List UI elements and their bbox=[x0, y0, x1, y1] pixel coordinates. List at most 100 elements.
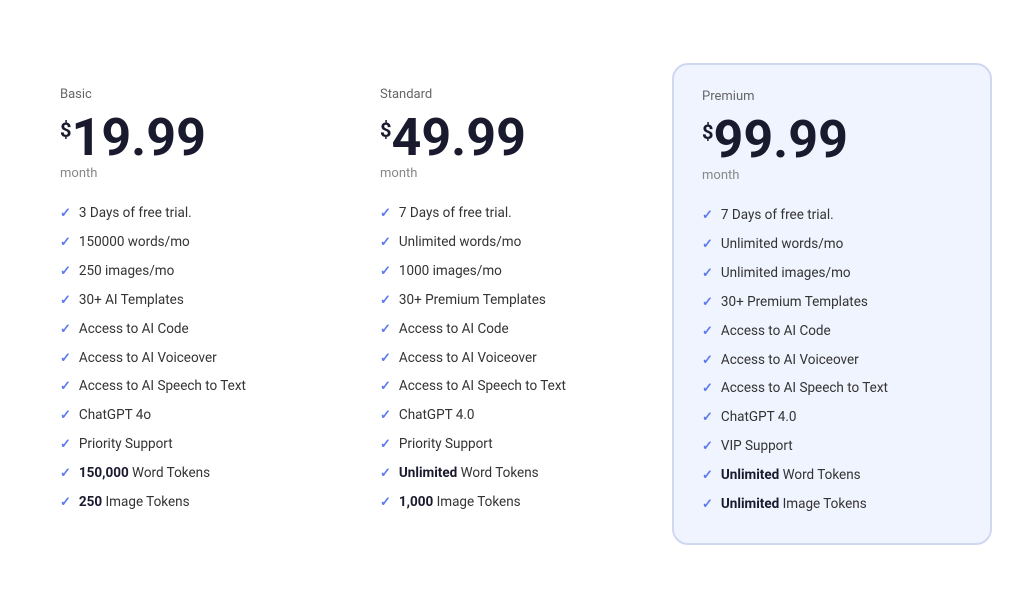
feature-text: Access to AI Voiceover bbox=[721, 351, 859, 370]
feature-item: ✓ ChatGPT 4.0 bbox=[702, 403, 962, 432]
feature-text: 30+ Premium Templates bbox=[399, 291, 546, 310]
feature-item: ✓ Unlimited images/mo bbox=[702, 259, 962, 288]
feature-item: ✓ 250 Image Tokens bbox=[60, 488, 324, 517]
plan-card-basic: Basic$19.99month✓3 Days of free trial.✓1… bbox=[32, 63, 352, 541]
feature-text: 3 Days of free trial. bbox=[79, 204, 192, 223]
feature-item: ✓ Access to AI Voiceover bbox=[380, 344, 644, 373]
feature-text: VIP Support bbox=[721, 437, 793, 456]
price-period: month bbox=[60, 166, 324, 181]
feature-text: 250 images/mo bbox=[79, 262, 174, 281]
feature-text: Priority Support bbox=[399, 435, 493, 454]
feature-item: ✓ Access to AI Code bbox=[380, 315, 644, 344]
price-amount: 19.99 bbox=[71, 112, 205, 164]
feature-item: ✓ChatGPT 4o bbox=[60, 401, 324, 430]
feature-text: 7 Days of free trial. bbox=[399, 204, 512, 223]
check-icon: ✓ bbox=[60, 293, 71, 308]
check-icon: ✓ bbox=[60, 379, 71, 394]
currency-symbol: $ bbox=[380, 120, 391, 140]
price-row: $99.99 bbox=[702, 114, 962, 166]
feature-text: Unlimited Word Tokens bbox=[721, 466, 861, 485]
feature-text: Access to AI Code bbox=[721, 322, 831, 341]
feature-list: ✓7 Days of free trial.✓Unlimited words/m… bbox=[702, 201, 962, 519]
feature-text: Access to AI Voiceover bbox=[399, 349, 537, 368]
check-icon: ✓ bbox=[60, 437, 71, 452]
feature-item: ✓Access to AI Speech to Text bbox=[380, 372, 644, 401]
plan-card-standard: Standard$49.99month✓7 Days of free trial… bbox=[352, 63, 672, 541]
feature-text: 150,000 Word Tokens bbox=[79, 464, 210, 483]
price-row: $19.99 bbox=[60, 112, 324, 164]
check-icon: ✓ bbox=[60, 235, 71, 250]
check-icon: ✓ bbox=[380, 437, 391, 452]
feature-list: ✓3 Days of free trial.✓150000 words/mo✓2… bbox=[60, 199, 324, 517]
plan-name: Basic bbox=[60, 87, 324, 102]
feature-item: ✓ Unlimited Word Tokens bbox=[702, 461, 962, 490]
pricing-container: Basic$19.99month✓3 Days of free trial.✓1… bbox=[0, 43, 1024, 565]
check-icon: ✓ bbox=[60, 466, 71, 481]
feature-text: Unlimited words/mo bbox=[399, 233, 521, 252]
feature-item: ✓250 images/mo bbox=[60, 257, 324, 286]
feature-item: ✓Access to AI Code bbox=[60, 315, 324, 344]
feature-text: 250 Image Tokens bbox=[79, 493, 190, 512]
check-icon: ✓ bbox=[60, 351, 71, 366]
feature-text: 7 Days of free trial. bbox=[721, 206, 834, 225]
feature-item: ✓ 7 Days of free trial. bbox=[702, 201, 962, 230]
feature-text: Access to AI Code bbox=[399, 320, 509, 339]
check-icon: ✓ bbox=[380, 351, 391, 366]
feature-text: 30+ Premium Templates bbox=[721, 293, 868, 312]
price-row: $49.99 bbox=[380, 112, 644, 164]
check-icon: ✓ bbox=[380, 466, 391, 481]
price-amount: 49.99 bbox=[391, 112, 525, 164]
feature-item: ✓ Access to AI Voiceover bbox=[702, 346, 962, 375]
check-icon: ✓ bbox=[702, 410, 713, 425]
check-icon: ✓ bbox=[702, 468, 713, 483]
plan-name: Premium bbox=[702, 89, 962, 104]
feature-item: ✓ Access to AI Voiceover bbox=[60, 344, 324, 373]
price-period: month bbox=[702, 168, 962, 183]
feature-text: Priority Support bbox=[79, 435, 173, 454]
feature-item: ✓ Priority Support bbox=[60, 430, 324, 459]
feature-text: Access to AI Voiceover bbox=[79, 349, 217, 368]
check-icon: ✓ bbox=[702, 439, 713, 454]
feature-item: ✓3 Days of free trial. bbox=[60, 199, 324, 228]
feature-list: ✓7 Days of free trial.✓Unlimited words/m… bbox=[380, 199, 644, 517]
feature-text: 1,000 Image Tokens bbox=[399, 493, 521, 512]
feature-item: ✓ VIP Support bbox=[702, 432, 962, 461]
feature-item: ✓ Access to AI Speech to Text bbox=[702, 374, 962, 403]
price-period: month bbox=[380, 166, 644, 181]
feature-text: Unlimited images/mo bbox=[721, 264, 851, 283]
check-icon: ✓ bbox=[702, 208, 713, 223]
feature-text: 1000 images/mo bbox=[399, 262, 502, 281]
check-icon: ✓ bbox=[702, 381, 713, 396]
price-amount: 99.99 bbox=[713, 114, 847, 166]
check-icon: ✓ bbox=[380, 322, 391, 337]
feature-text: Unlimited Image Tokens bbox=[721, 495, 867, 514]
feature-item: ✓7 Days of free trial. bbox=[380, 199, 644, 228]
check-icon: ✓ bbox=[380, 235, 391, 250]
feature-item: ✓ 150,000 Word Tokens bbox=[60, 459, 324, 488]
feature-text: Access to AI Speech to Text bbox=[721, 379, 888, 398]
check-icon: ✓ bbox=[380, 408, 391, 423]
feature-text: Access to AI Code bbox=[79, 320, 189, 339]
feature-item: ✓ 150000 words/mo bbox=[60, 228, 324, 257]
feature-item: ✓ Unlimited Image Tokens bbox=[702, 490, 962, 519]
check-icon: ✓ bbox=[702, 353, 713, 368]
check-icon: ✓ bbox=[702, 237, 713, 252]
feature-item: ✓Unlimited Word Tokens bbox=[380, 459, 644, 488]
check-icon: ✓ bbox=[702, 497, 713, 512]
check-icon: ✓ bbox=[702, 266, 713, 281]
currency-symbol: $ bbox=[60, 120, 71, 140]
feature-item: ✓ Access to AI Code bbox=[702, 317, 962, 346]
feature-item: ✓ 30+ Premium Templates bbox=[380, 286, 644, 315]
check-icon: ✓ bbox=[380, 495, 391, 510]
check-icon: ✓ bbox=[702, 324, 713, 339]
feature-item: ✓Access to AI Speech to Text bbox=[60, 372, 324, 401]
check-icon: ✓ bbox=[380, 293, 391, 308]
feature-item: ✓30+ AI Templates bbox=[60, 286, 324, 315]
feature-item: ✓30+ Premium Templates bbox=[702, 288, 962, 317]
check-icon: ✓ bbox=[60, 495, 71, 510]
feature-item: ✓ 1,000 Image Tokens bbox=[380, 488, 644, 517]
feature-item: ✓ Priority Support bbox=[380, 430, 644, 459]
feature-text: ChatGPT 4.0 bbox=[721, 408, 797, 427]
feature-text: ChatGPT 4.0 bbox=[399, 406, 475, 425]
feature-text: 150000 words/mo bbox=[79, 233, 190, 252]
